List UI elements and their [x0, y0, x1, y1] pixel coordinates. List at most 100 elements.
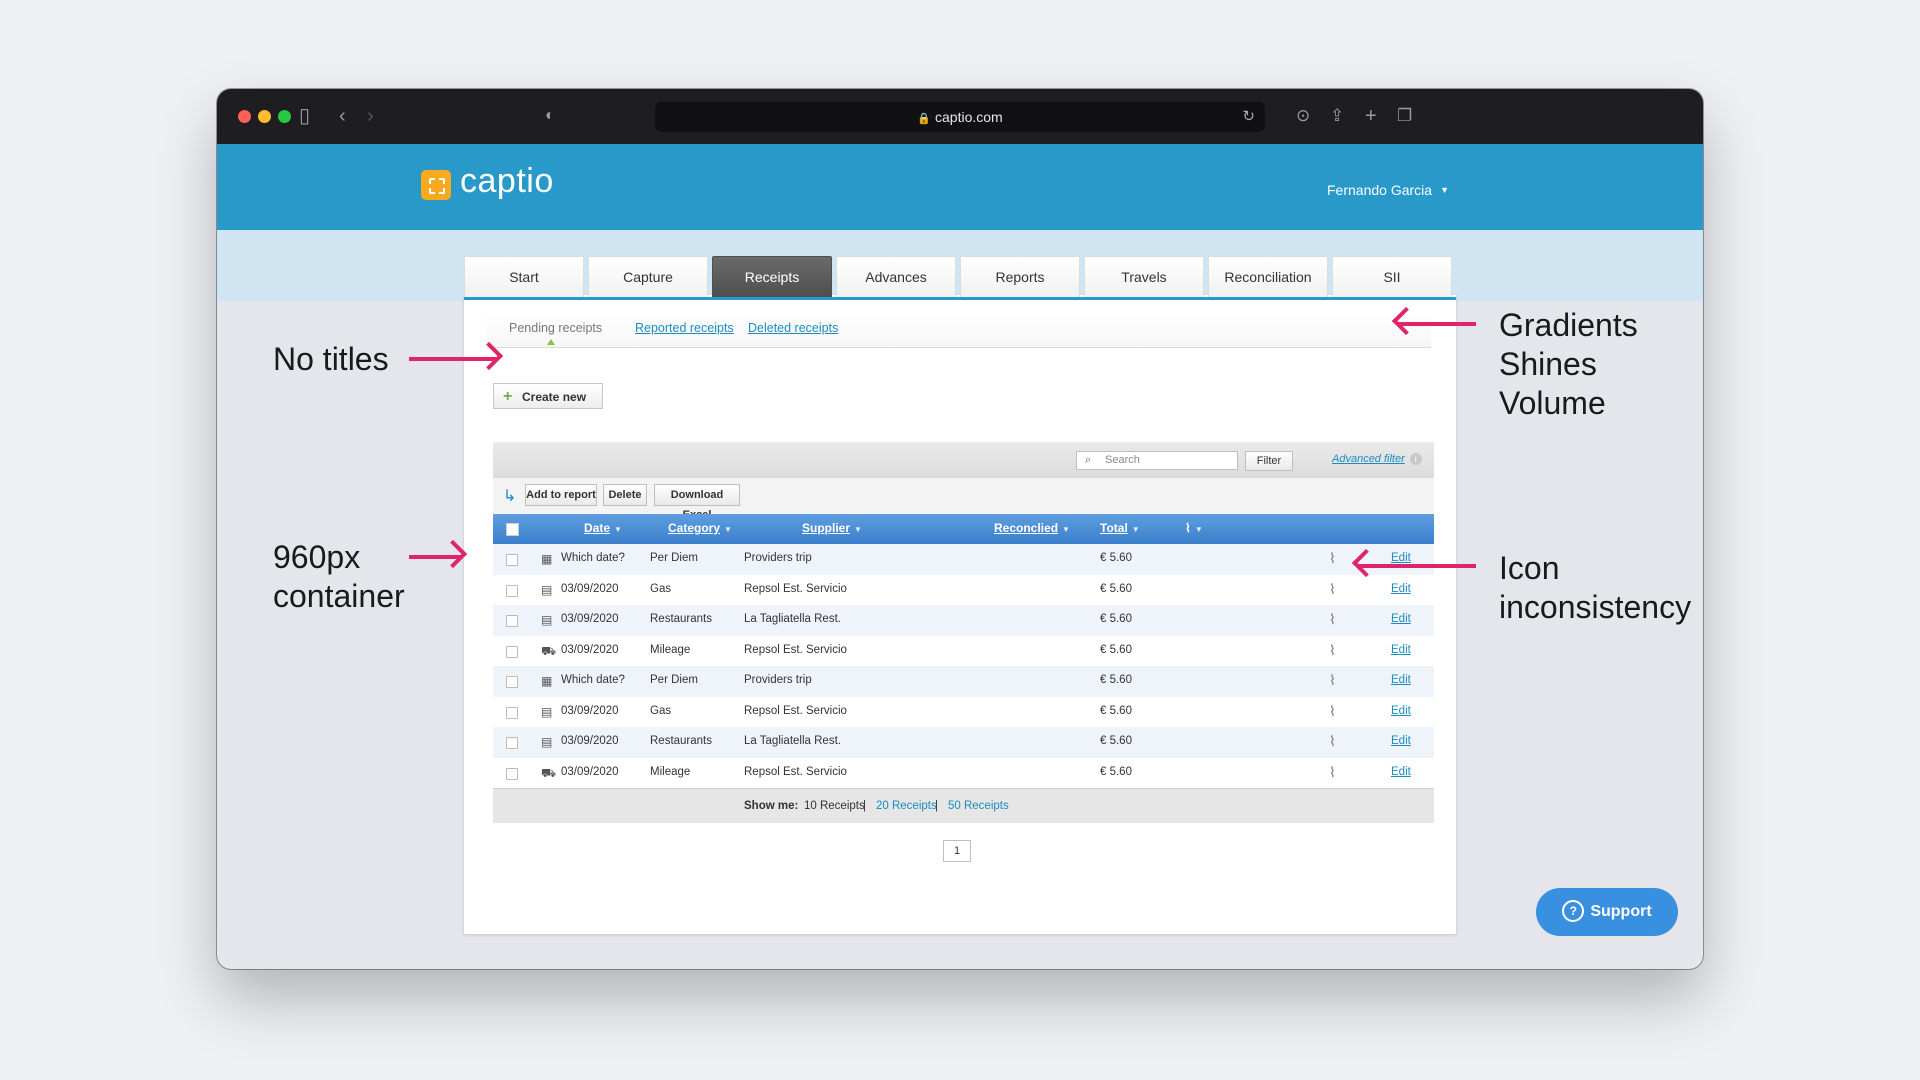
- annotation-container: 960px container: [273, 538, 405, 616]
- paperclip-icon[interactable]: ⌇: [1329, 764, 1336, 781]
- table-row[interactable]: ▦ Which date? Per Diem Providers trip € 5.60…: [493, 544, 1434, 575]
- table-row[interactable]: ⛟ 03/09/2020 Mileage Repsol Est. Servicio € …: [493, 636, 1434, 667]
- active-marker: [547, 339, 555, 345]
- delete-button[interactable]: Delete: [603, 484, 647, 506]
- table-row[interactable]: ⛟ 03/09/2020 Mileage Repsol Est. Servicio € …: [493, 758, 1434, 789]
- edit-link[interactable]: Edit: [1391, 583, 1411, 595]
- annotation-icons: Icon inconsistency: [1499, 549, 1691, 627]
- subtab-deleted[interactable]: Deleted receipts: [748, 321, 838, 335]
- help-icon: ?: [1562, 900, 1585, 922]
- shield-icon[interactable]: ◐: [545, 103, 555, 129]
- close-window-button[interactable]: [238, 110, 251, 123]
- row-checkbox[interactable]: [506, 706, 518, 719]
- tab-reconciliation[interactable]: Reconciliation: [1208, 256, 1328, 297]
- paperclip-icon[interactable]: ⌇: [1329, 550, 1336, 567]
- car-icon: ⛟: [541, 643, 557, 658]
- edit-link[interactable]: Edit: [1391, 644, 1411, 656]
- annotation-arrow: [1398, 322, 1476, 326]
- table-row[interactable]: ▤ 03/09/2020 Gas Repsol Est. Servicio € 5.60…: [493, 697, 1434, 728]
- column-date-label: Date: [584, 521, 611, 535]
- reload-icon[interactable]: ↻: [1242, 102, 1255, 132]
- select-arrow-icon[interactable]: ↳: [503, 486, 516, 506]
- paperclip-icon[interactable]: ⌇: [1329, 581, 1336, 598]
- sort-icon: ▼: [724, 525, 732, 534]
- column-reconciled[interactable]: Reconclied ▼: [994, 521, 1070, 535]
- filter-button[interactable]: Filter: [1245, 451, 1293, 471]
- paperclip-icon[interactable]: ⌇: [1329, 672, 1336, 689]
- show-20-option[interactable]: 20 Receipts: [876, 789, 937, 823]
- tab-capture[interactable]: Capture: [588, 256, 708, 297]
- separator: |: [863, 800, 866, 812]
- select-all-checkbox[interactable]: [506, 523, 519, 536]
- forward-icon[interactable]: ›: [367, 103, 374, 129]
- column-total[interactable]: Total ▼: [1100, 521, 1140, 535]
- table-row[interactable]: ▦ Which date? Per Diem Providers trip € 5.60…: [493, 666, 1434, 697]
- row-checkbox[interactable]: [506, 615, 518, 627]
- table-row[interactable]: ▤ 03/09/2020 Restaurants La Tagliatella Res…: [493, 727, 1434, 758]
- advanced-filter-link[interactable]: Advanced filter i: [1332, 453, 1422, 466]
- paperclip-icon[interactable]: ⌇: [1329, 642, 1336, 659]
- column-supplier[interactable]: Supplier ▼: [802, 521, 862, 535]
- user-menu[interactable]: Fernando Garcia ▼: [1327, 182, 1449, 198]
- row-checkbox[interactable]: [506, 645, 518, 658]
- row-checkbox[interactable]: [506, 767, 518, 780]
- support-button[interactable]: ? Support: [1536, 888, 1678, 936]
- edit-link[interactable]: Edit: [1391, 766, 1411, 778]
- edit-link[interactable]: Edit: [1391, 674, 1411, 686]
- tab-receipts[interactable]: Receipts: [712, 256, 832, 297]
- tab-advances[interactable]: Advances: [836, 256, 956, 297]
- row-checkbox[interactable]: [506, 676, 518, 688]
- show-50-option[interactable]: 50 Receipts: [948, 789, 1009, 823]
- edit-link[interactable]: Edit: [1391, 735, 1411, 747]
- subtab-pending[interactable]: Pending receipts: [509, 321, 602, 345]
- back-icon[interactable]: ‹: [339, 103, 346, 129]
- tab-reports[interactable]: Reports: [960, 256, 1080, 297]
- row-checkbox[interactable]: [506, 737, 518, 749]
- sort-icon: ▼: [614, 525, 622, 534]
- tabs-underline: [464, 297, 1456, 300]
- edit-link[interactable]: Edit: [1391, 705, 1411, 717]
- paperclip-icon[interactable]: ⌇: [1329, 611, 1336, 628]
- calendar-icon: ▦: [541, 674, 553, 688]
- cell-supplier: Providers trip: [744, 674, 812, 686]
- paperclip-icon[interactable]: ⌇: [1329, 733, 1336, 750]
- paperclip-icon[interactable]: ⌇: [1329, 703, 1336, 720]
- create-new-button[interactable]: + Create new: [493, 383, 603, 409]
- show-10-option[interactable]: 10 Receipts: [804, 789, 865, 823]
- column-category[interactable]: Category ▼: [668, 521, 732, 535]
- annotation-gradients-line2: Shines: [1499, 346, 1597, 382]
- new-tab-icon[interactable]: +: [1365, 103, 1377, 129]
- row-checkbox[interactable]: [506, 584, 518, 597]
- table-row[interactable]: ▤ 03/09/2020 Gas Repsol Est. Servicio € 5.60…: [493, 575, 1434, 606]
- subtab-reported[interactable]: Reported receipts: [635, 321, 734, 335]
- annotation-arrow: [1358, 564, 1476, 568]
- download-excel-button[interactable]: Download Excel: [654, 484, 740, 521]
- share-icon[interactable]: ⇪: [1330, 103, 1344, 129]
- paperclip-icon: ⌇: [1185, 521, 1191, 535]
- cell-supplier: Repsol Est. Servicio: [744, 704, 847, 717]
- cell-date: 03/09/2020: [561, 765, 619, 778]
- column-category-label: Category: [668, 521, 721, 535]
- sidebar-icon[interactable]: ▯: [299, 103, 310, 129]
- edit-link[interactable]: Edit: [1391, 552, 1411, 564]
- cell-total: € 5.60: [1100, 735, 1132, 747]
- address-bar[interactable]: 🔒 captio.com ↻: [655, 102, 1265, 132]
- search-input[interactable]: ⌕ Search: [1076, 451, 1238, 470]
- page-1-button[interactable]: 1: [943, 840, 971, 862]
- tab-start[interactable]: Start: [464, 256, 584, 297]
- row-checkbox[interactable]: [506, 554, 518, 566]
- add-to-report-button[interactable]: Add to report: [525, 484, 597, 506]
- url-text: captio.com: [935, 109, 1003, 125]
- minimize-window-button[interactable]: [258, 110, 271, 123]
- column-date[interactable]: Date ▼: [584, 521, 622, 535]
- tabs-overview-icon[interactable]: ❐: [1397, 103, 1412, 129]
- create-new-label: Create new: [522, 390, 587, 404]
- column-attachment[interactable]: ⌇ ▼: [1185, 521, 1203, 535]
- table-row[interactable]: ▤ 03/09/2020 Restaurants La Tagliatella Res…: [493, 605, 1434, 636]
- download-icon[interactable]: ⊙: [1296, 103, 1310, 129]
- cell-category: Mileage: [650, 643, 691, 656]
- zoom-window-button[interactable]: [278, 110, 291, 123]
- tab-travels[interactable]: Travels: [1084, 256, 1204, 297]
- tab-sii[interactable]: SII: [1332, 256, 1452, 297]
- edit-link[interactable]: Edit: [1391, 613, 1411, 625]
